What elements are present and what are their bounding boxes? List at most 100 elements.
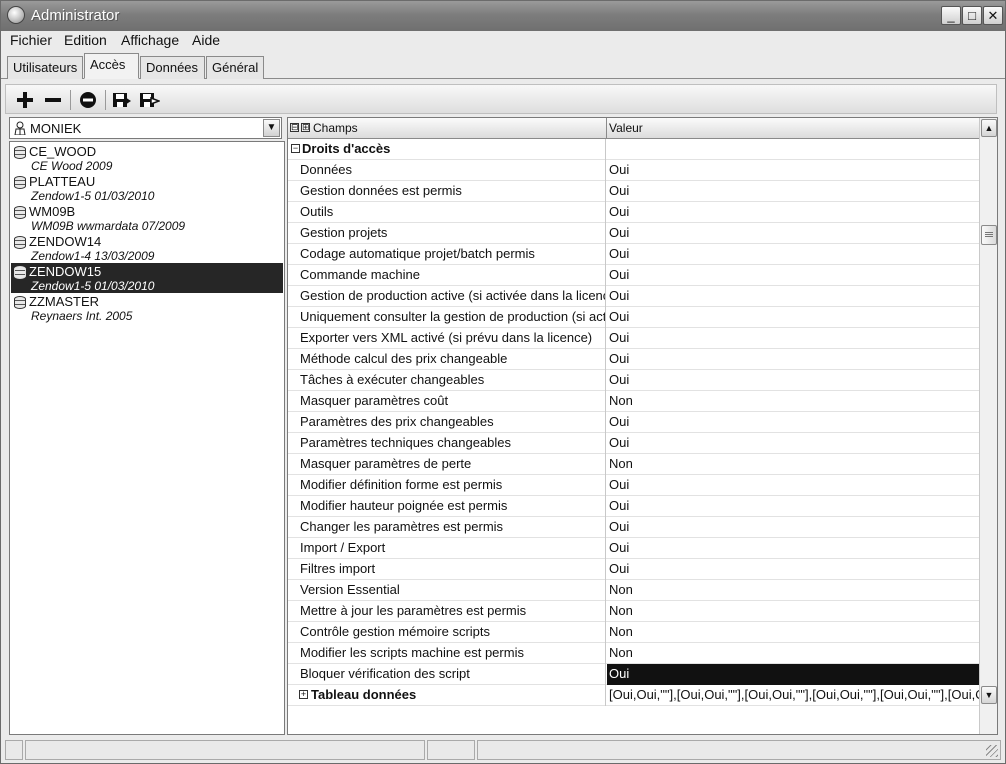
database-item-zzmaster[interactable]: ZZMASTER Reynaers Int. 2005 — [11, 293, 283, 323]
menu-affichage[interactable]: Affichage — [119, 32, 181, 48]
property-value[interactable]: Oui — [607, 307, 979, 328]
property-value[interactable]: Oui — [607, 496, 979, 517]
resize-grip-icon[interactable] — [986, 745, 998, 757]
property-row[interactable]: Modifier hauteur poignée est permis Oui — [288, 496, 979, 517]
tab-donnees[interactable]: Données — [140, 56, 205, 79]
maximize-button[interactable]: □ — [962, 6, 982, 25]
toolbar-separator — [70, 90, 71, 110]
database-item-platteau[interactable]: PLATTEAU Zendow1-5 01/03/2010 — [11, 173, 283, 203]
property-row[interactable]: Tâches à exécuter changeables Oui — [288, 370, 979, 391]
category-row[interactable]: − Droits d'accès — [288, 139, 979, 160]
property-row[interactable]: Filtres import Oui — [288, 559, 979, 580]
property-row[interactable]: Bloquer vérification des script Oui — [288, 664, 979, 685]
property-name: Modifier hauteur poignée est permis — [288, 496, 606, 517]
property-row[interactable]: Modifier les scripts machine est permis N… — [288, 643, 979, 664]
vertical-scrollbar[interactable]: ▲ ▼ — [979, 118, 997, 734]
menu-edition[interactable]: Edition — [62, 32, 109, 48]
scroll-up-icon[interactable]: ▲ — [981, 119, 997, 137]
property-row[interactable]: Codage automatique projet/batch permis Ou… — [288, 244, 979, 265]
scrollbar-thumb[interactable] — [981, 225, 997, 245]
property-value[interactable]: Oui — [607, 433, 979, 454]
property-value[interactable]: Oui — [607, 475, 979, 496]
property-value[interactable]: Oui — [607, 328, 979, 349]
menu-aide[interactable]: Aide — [190, 32, 222, 48]
property-value[interactable]: Oui — [607, 349, 979, 370]
property-value[interactable]: Oui — [607, 517, 979, 538]
property-row[interactable]: Contrôle gestion mémoire scripts Non — [288, 622, 979, 643]
property-row[interactable]: Gestion données est permis Oui — [288, 181, 979, 202]
window-title: Administrator — [31, 7, 120, 24]
property-value[interactable]: Non — [607, 622, 979, 643]
property-value[interactable]: Oui — [607, 664, 979, 685]
remove-icon[interactable] — [42, 89, 64, 111]
property-value[interactable]: Oui — [607, 160, 979, 181]
property-row[interactable]: Paramètres des prix changeables Oui — [288, 412, 979, 433]
property-row[interactable]: Import / Export Oui — [288, 538, 979, 559]
tab-acces[interactable]: Accès — [84, 53, 139, 79]
property-value[interactable]: Non — [607, 643, 979, 664]
property-value[interactable]: Oui — [607, 181, 979, 202]
property-value[interactable]: Oui — [607, 559, 979, 580]
database-item-zendow15[interactable]: ZENDOW15 Zendow1-5 01/03/2010 — [11, 263, 283, 293]
property-row[interactable]: Paramètres techniques changeables Oui — [288, 433, 979, 454]
property-row[interactable]: Gestion de production active (si activée… — [288, 286, 979, 307]
title-bar[interactable]: Administrator _ □ ✕ — [1, 1, 1005, 31]
property-row[interactable]: Masquer paramètres de perte Non — [288, 454, 979, 475]
collapse-all-icon[interactable]: ⊟ — [290, 123, 299, 132]
expand-all-icon[interactable]: ⊞ — [301, 123, 310, 132]
database-item-ce-wood[interactable]: CE_WOOD CE Wood 2009 — [11, 143, 283, 173]
property-row[interactable]: Mettre à jour les paramètres est permis N… — [288, 601, 979, 622]
property-value[interactable]: Non — [607, 391, 979, 412]
property-row[interactable]: Version Essential Non — [288, 580, 979, 601]
property-row[interactable]: Modifier définition forme est permis Oui — [288, 475, 979, 496]
close-button[interactable]: ✕ — [983, 6, 1003, 25]
save-icon[interactable] — [111, 89, 133, 111]
property-name: Commande machine — [288, 265, 606, 286]
property-row[interactable]: Masquer paramètres coût Non — [288, 391, 979, 412]
property-value[interactable]: Non — [607, 601, 979, 622]
tab-general[interactable]: Général — [206, 56, 264, 79]
property-row[interactable]: Commande machine Oui — [288, 265, 979, 286]
property-row[interactable]: Changer les paramètres est permis Oui — [288, 517, 979, 538]
database-item-zendow14[interactable]: ZENDOW14 Zendow1-4 13/03/2009 — [11, 233, 283, 263]
property-value[interactable]: Oui — [607, 202, 979, 223]
property-value[interactable]: Oui — [607, 370, 979, 391]
property-row[interactable]: Outils Oui — [288, 202, 979, 223]
grid-header: ⊟ ⊞ Champs Valeur — [288, 118, 979, 139]
property-value[interactable]: Oui — [607, 538, 979, 559]
property-value[interactable]: Oui — [607, 223, 979, 244]
delete-icon[interactable] — [77, 89, 99, 111]
property-row[interactable]: Données Oui — [288, 160, 979, 181]
add-icon[interactable] — [14, 89, 36, 111]
property-value[interactable]: Non — [607, 454, 979, 475]
save-as-icon[interactable] — [138, 89, 162, 111]
user-select[interactable]: MONIEK ▼ — [9, 117, 282, 139]
database-item-wm09b[interactable]: WM09B WM09B wwmardata 07/2009 — [11, 203, 283, 233]
property-name: Codage automatique projet/batch permis — [288, 244, 606, 265]
property-row[interactable]: Uniquement consulter la gestion de produ… — [288, 307, 979, 328]
user-icon — [14, 121, 26, 135]
menu-fichier[interactable]: Fichier — [8, 32, 54, 48]
collapse-icon[interactable]: − — [291, 144, 300, 153]
subcategory-value[interactable]: [Oui,Oui,""],[Oui,Oui,""],[Oui,Oui,""],[… — [607, 685, 979, 706]
property-row[interactable]: Exporter vers XML activé (si prévu dans … — [288, 328, 979, 349]
property-row[interactable]: Méthode calcul des prix changeable Oui — [288, 349, 979, 370]
expand-icon[interactable]: + — [299, 690, 308, 699]
minimize-button[interactable]: _ — [941, 6, 961, 25]
tab-utilisateurs[interactable]: Utilisateurs — [7, 56, 83, 79]
chevron-down-icon[interactable]: ▼ — [263, 119, 280, 137]
property-value[interactable]: Oui — [607, 412, 979, 433]
column-header-valeur[interactable]: Valeur — [606, 118, 979, 139]
property-row[interactable]: Gestion projets Oui — [288, 223, 979, 244]
scroll-down-icon[interactable]: ▼ — [981, 686, 997, 704]
property-value[interactable]: Non — [607, 580, 979, 601]
property-value[interactable]: Oui — [607, 286, 979, 307]
database-name: ZENDOW15 — [29, 264, 102, 279]
property-value[interactable]: Oui — [607, 265, 979, 286]
property-value[interactable]: Oui — [607, 244, 979, 265]
subcategory-row[interactable]: + Tableau données [Oui,Oui,""],[Oui,Oui,""… — [288, 685, 979, 706]
column-header-champs[interactable]: Champs — [313, 118, 605, 139]
toolbar-separator — [105, 90, 106, 110]
property-name: Import / Export — [288, 538, 606, 559]
toolbar — [5, 84, 997, 114]
